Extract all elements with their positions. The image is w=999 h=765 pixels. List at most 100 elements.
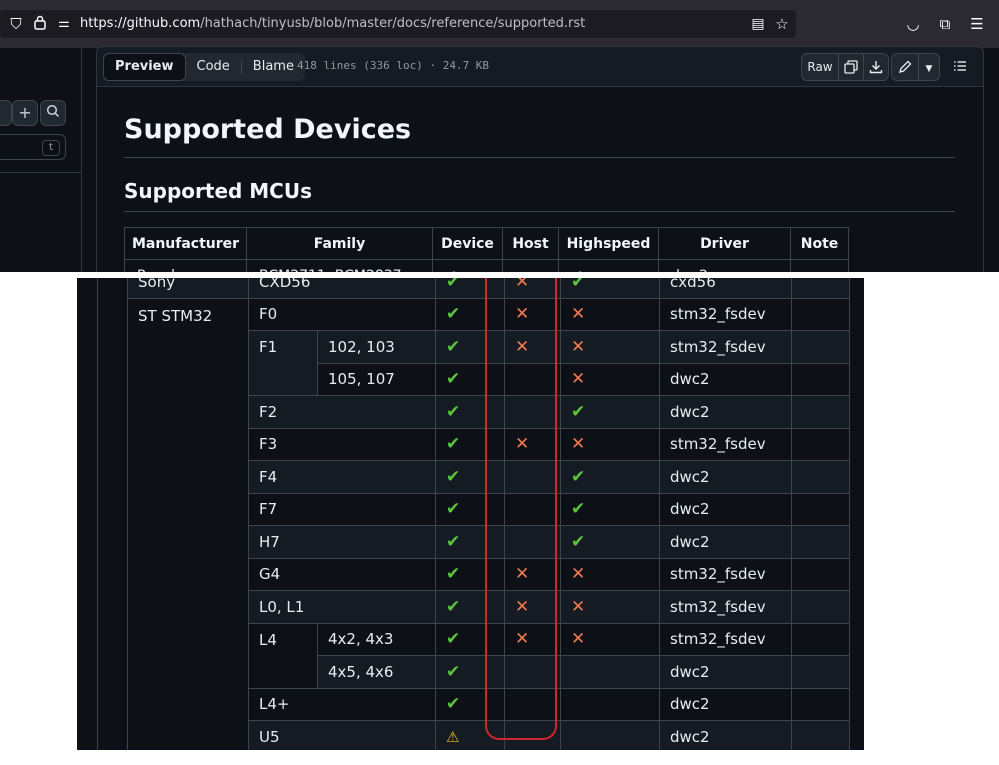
table-cell: F7	[248, 492, 436, 526]
check-icon: ✔	[446, 336, 461, 357]
support-mark-cell: ✔	[560, 395, 660, 429]
url-text[interactable]: https://github.com/hathach/tinyusb/blob/…	[80, 16, 585, 31]
outline-button[interactable]	[947, 53, 973, 81]
support-mark-cell: ✔	[560, 278, 660, 299]
bookmark-star-icon[interactable]: ☆	[772, 14, 792, 34]
mcu-table-header: Manufacturer Family Device Host Highspee…	[124, 227, 849, 272]
support-mark-cell: ✕	[560, 297, 660, 331]
edit-button[interactable]	[891, 53, 919, 81]
table-cell: dwc2	[659, 655, 792, 689]
support-mark-cell	[560, 720, 660, 750]
bottom-screenshot: Sony CXD56 ✔ ✕ ✔ cxd56 ST STM32 F0 ✔ ✕ ✕ stm32_fsde…	[77, 278, 864, 750]
table-cell	[791, 590, 850, 624]
check-icon: ✔	[446, 531, 461, 552]
table-cell: stm32_fsdev	[659, 622, 792, 656]
host-column-highlight	[485, 278, 557, 740]
file-tree-panel: + t	[0, 48, 82, 272]
reader-view-icon[interactable]: ▤	[748, 14, 768, 34]
table-cell: BCM2711, BCM2837	[246, 259, 433, 272]
permissions-icon[interactable]: ⚌	[54, 14, 74, 34]
collapse-panel-button[interactable]	[0, 100, 12, 126]
table-cell: cxd56	[659, 278, 792, 299]
table-cell	[791, 655, 850, 689]
keyboard-hint: t	[42, 140, 60, 156]
table-cell: 102, 103	[317, 330, 436, 364]
column-header: Host	[502, 227, 559, 260]
lock-icon[interactable]	[30, 14, 50, 34]
download-button[interactable]	[863, 53, 889, 81]
file-meta: 418 lines (336 loc) · 24.7 KB	[297, 59, 490, 72]
table-cell: dwc2	[659, 687, 792, 721]
table-cell: stm32_fsdev	[659, 297, 792, 331]
support-mark-cell: ✔	[560, 492, 660, 526]
table-cell: L0, L1	[248, 590, 436, 624]
tab-code[interactable]: Code	[186, 53, 241, 81]
browser-toolbar: ⛉ ⚌ https://github.com/hathach/tinyusb/b…	[0, 0, 999, 48]
table-row: Raspberry BCM2711, BCM2837 ✔ ✔ dwc2	[124, 259, 849, 272]
column-header: Highspeed	[558, 227, 659, 260]
extensions-icon[interactable]: ⧉	[935, 14, 955, 34]
cross-icon: ✕	[571, 434, 586, 455]
add-file-button[interactable]: +	[12, 100, 38, 126]
check-icon: ✔	[446, 629, 461, 650]
check-icon: ✔	[446, 434, 461, 455]
check-icon: ✔	[446, 694, 461, 715]
table-cell: dwc2	[659, 720, 792, 750]
pocket-icon[interactable]: ◡	[903, 14, 923, 34]
search-button[interactable]	[40, 100, 66, 126]
menu-icon[interactable]: ☰	[967, 14, 987, 34]
table-cell: G4	[248, 557, 436, 591]
cross-icon: ✕	[571, 596, 586, 617]
file-header: Preview Code Blame 418 lines (336 loc) ·…	[97, 47, 983, 87]
shield-icon[interactable]: ⛉	[6, 14, 26, 34]
table-cell: F4	[248, 460, 436, 494]
table-cell: dwc2	[659, 362, 792, 396]
table-cell: dwc2	[659, 460, 792, 494]
table-cell: dwc2	[659, 492, 792, 526]
support-mark-cell: ✕	[560, 427, 660, 461]
column-header: Family	[246, 227, 433, 260]
raw-button[interactable]: Raw	[801, 53, 839, 81]
copy-raw-button[interactable]	[838, 53, 864, 81]
table-cell	[791, 687, 850, 721]
divider	[0, 172, 81, 173]
table-cell	[791, 622, 850, 656]
tab-blame[interactable]: Blame	[242, 53, 305, 81]
table-cell: dwc2	[658, 259, 791, 272]
cross-icon: ✕	[571, 304, 586, 325]
check-icon: ✔	[571, 278, 586, 292]
top-screenshot: ⛉ ⚌ https://github.com/hathach/tinyusb/b…	[0, 0, 999, 272]
table-cell: 4x2, 4x3	[317, 622, 436, 656]
section-heading: Supported MCUs	[124, 179, 313, 203]
support-mark-cell: ✕	[560, 330, 660, 364]
view-mode-tabs: Preview Code Blame	[103, 53, 305, 81]
divider	[124, 157, 955, 158]
check-icon: ✔	[446, 466, 461, 487]
copy-icon	[844, 60, 858, 77]
table-cell: stm32_fsdev	[659, 590, 792, 624]
warning-icon: ⚠	[446, 727, 460, 746]
support-mark-cell: ✔	[560, 525, 660, 559]
check-icon: ✔	[571, 401, 586, 422]
check-icon: ✔	[446, 278, 461, 292]
table-cell	[791, 720, 850, 750]
edit-dropdown-button[interactable]: ▼	[918, 53, 940, 81]
check-icon: ✔	[571, 531, 586, 552]
column-header: Manufacturer	[124, 227, 247, 260]
check-icon: ✔	[571, 499, 586, 520]
cross-icon: ✕	[571, 369, 586, 390]
table-cell: 4x5, 4x6	[317, 655, 436, 689]
table-cell: 105, 107	[317, 362, 436, 396]
check-icon: ✔	[446, 564, 461, 585]
check-icon: ✔	[571, 466, 586, 487]
table-cell: F3	[248, 427, 436, 461]
support-mark-cell: ✔	[560, 460, 660, 494]
table-cell: L4+	[248, 687, 436, 721]
tab-preview[interactable]: Preview	[103, 53, 186, 81]
table-cell: dwc2	[659, 525, 792, 559]
table-cell	[791, 525, 850, 559]
table-cell	[791, 330, 850, 364]
support-mark-cell: ✕	[560, 557, 660, 591]
table-cell: ✔	[558, 259, 659, 272]
table-cell: F1	[248, 330, 318, 396]
